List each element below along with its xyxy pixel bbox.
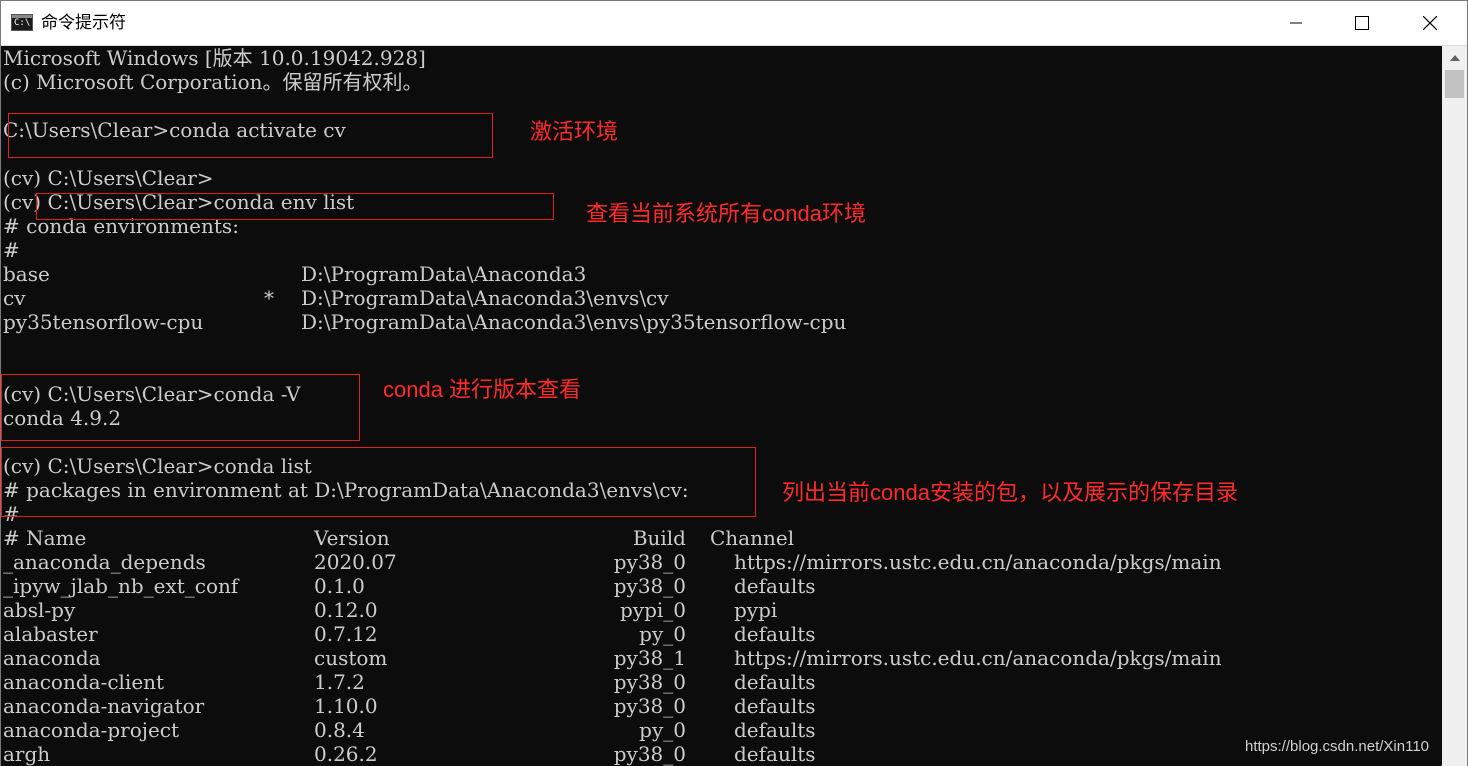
pkg-name: _ipyw_jlab_nb_ext_conf bbox=[3, 574, 239, 598]
env-name: py35tensorflow-cpu bbox=[3, 310, 204, 334]
pkg-version: 0.8.4 bbox=[314, 718, 365, 742]
pkg-name: anaconda bbox=[3, 646, 101, 670]
close-icon bbox=[1423, 16, 1437, 30]
annotation-env-list: 查看当前系统所有conda环境 bbox=[586, 201, 866, 226]
annotation-activate-env: 激活环境 bbox=[530, 119, 619, 144]
pkg-build: py_0 bbox=[639, 718, 686, 742]
pkg-name: absl-py bbox=[3, 598, 76, 622]
pkg-channel: defaults bbox=[734, 670, 816, 694]
annotation-box-env-list bbox=[36, 193, 554, 220]
terminal-line-copyright: (c) Microsoft Corporation。保留所有权利。 bbox=[3, 70, 423, 94]
annotation-box-conda-list bbox=[1, 447, 756, 517]
pkg-version: 1.10.0 bbox=[314, 694, 378, 718]
pkg-channel: pypi bbox=[734, 598, 778, 622]
pkg-header-build: Build bbox=[632, 526, 686, 550]
pkg-channel: defaults bbox=[734, 694, 816, 718]
pkg-name: argh bbox=[3, 742, 51, 766]
pkg-header-version: Version bbox=[314, 526, 390, 550]
pkg-name: anaconda-navigator bbox=[3, 694, 205, 718]
minimize-button[interactable] bbox=[1263, 1, 1329, 45]
env-active-marker: * bbox=[264, 286, 274, 310]
env-path: D:\ProgramData\Anaconda3 bbox=[301, 262, 587, 286]
pkg-build: py38_0 bbox=[613, 574, 686, 598]
pkg-channel: defaults bbox=[734, 574, 816, 598]
pkg-name: anaconda-client bbox=[3, 670, 165, 694]
pkg-name: _anaconda_depends bbox=[3, 550, 206, 574]
watermark-text: https://blog.csdn.net/Xin110 bbox=[1245, 738, 1430, 755]
pkg-build: py38_0 bbox=[613, 550, 686, 574]
env-name: base bbox=[3, 262, 50, 286]
pkg-version: 2020.07 bbox=[314, 550, 397, 574]
maximize-button[interactable] bbox=[1329, 1, 1395, 45]
pkg-channel: https://mirrors.ustc.edu.cn/anaconda/pkg… bbox=[734, 550, 1222, 574]
command-prompt-window: C:\ 命令提示符 Microsoft Windows [版本 10.0.190… bbox=[0, 0, 1468, 766]
env-path: D:\ProgramData\Anaconda3\envs\cv bbox=[301, 286, 669, 310]
env-name: cv bbox=[3, 286, 26, 310]
pkg-channel: defaults bbox=[734, 742, 816, 766]
pkg-build: py_0 bbox=[639, 622, 686, 646]
pkg-build: py38_0 bbox=[613, 670, 686, 694]
pkg-header-name: # Name bbox=[3, 526, 87, 550]
cmd-app-icon-text: C:\ bbox=[14, 18, 31, 28]
pkg-channel: https://mirrors.ustc.edu.cn/anaconda/pkg… bbox=[734, 646, 1222, 670]
close-button[interactable] bbox=[1397, 1, 1463, 45]
pkg-version: 0.1.0 bbox=[314, 574, 365, 598]
pkg-channel: defaults bbox=[734, 718, 816, 742]
maximize-icon bbox=[1355, 16, 1369, 30]
pkg-header-channel: Channel bbox=[710, 526, 795, 550]
pkg-version: custom bbox=[314, 646, 388, 670]
terminal-line-env-hash: # bbox=[3, 238, 20, 262]
pkg-version: 0.26.2 bbox=[314, 742, 378, 766]
pkg-build: py38_0 bbox=[613, 694, 686, 718]
pkg-channel: defaults bbox=[734, 622, 816, 646]
pkg-build: py38_1 bbox=[613, 646, 686, 670]
pkg-name: anaconda-project bbox=[3, 718, 180, 742]
scroll-up-button[interactable] bbox=[1442, 46, 1467, 70]
chevron-up-icon bbox=[1449, 55, 1460, 61]
window-title: 命令提示符 bbox=[41, 13, 126, 33]
annotation-conda-list: 列出当前conda安装的包，以及展示的保存目录 bbox=[782, 480, 1238, 505]
terminal-line-prompt: (cv) C:\Users\Clear> bbox=[3, 166, 214, 190]
title-bar[interactable]: C:\ 命令提示符 bbox=[1, 1, 1467, 46]
pkg-build: pypi_0 bbox=[619, 598, 686, 622]
cmd-app-icon: C:\ bbox=[11, 14, 33, 31]
scrollbar-thumb[interactable] bbox=[1445, 70, 1464, 98]
pkg-version: 0.7.12 bbox=[314, 622, 378, 646]
pkg-name: alabaster bbox=[3, 622, 98, 646]
annotation-box-version bbox=[1, 374, 360, 441]
pkg-version: 1.7.2 bbox=[314, 670, 365, 694]
pkg-build: py38_0 bbox=[613, 742, 686, 766]
annotation-version: conda 进行版本查看 bbox=[383, 377, 582, 402]
annotation-box-activate bbox=[8, 113, 493, 158]
pkg-version: 0.12.0 bbox=[314, 598, 378, 622]
vertical-scrollbar[interactable] bbox=[1442, 46, 1467, 766]
terminal-line-version: Microsoft Windows [版本 10.0.19042.928] bbox=[3, 46, 426, 70]
minimize-icon bbox=[1290, 22, 1302, 24]
env-path: D:\ProgramData\Anaconda3\envs\py35tensor… bbox=[301, 310, 847, 334]
